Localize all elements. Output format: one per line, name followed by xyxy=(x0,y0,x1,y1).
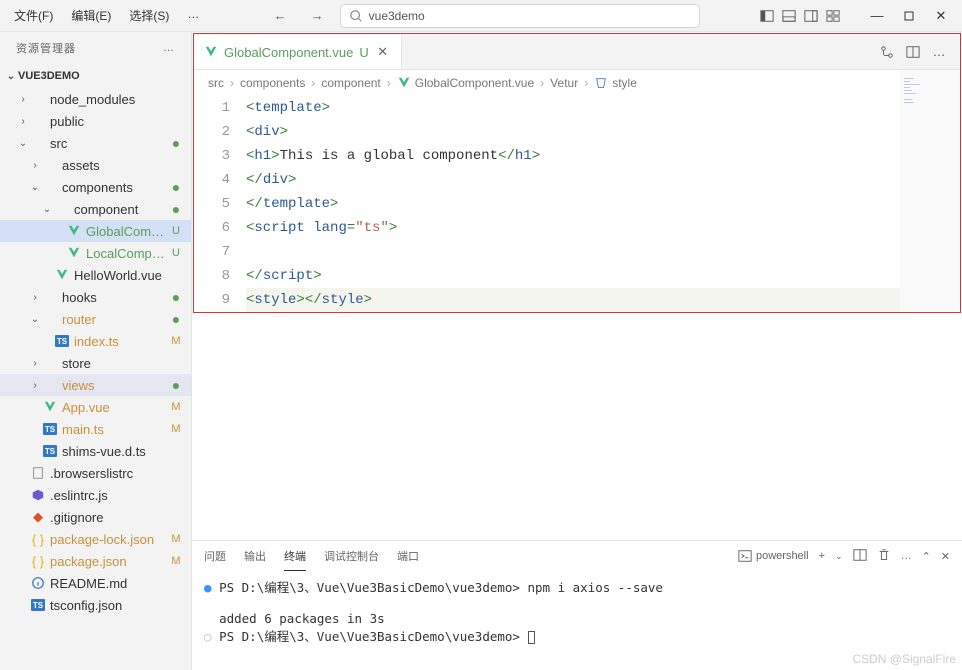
code-lines[interactable]: <template> <div> <h1>This is a global co… xyxy=(246,96,900,312)
tree-item[interactable]: App.vueM xyxy=(0,396,191,418)
tree-item[interactable]: TSshims-vue.d.ts xyxy=(0,440,191,462)
tree-item[interactable]: ›views● xyxy=(0,374,191,396)
terminal[interactable]: ● PS D:\编程\3、Vue\Vue3BasicDemo\vue3demo>… xyxy=(192,571,962,670)
command-center[interactable]: vue3demo xyxy=(340,4,700,28)
code-editor[interactable]: 123456789 <template> <div> <h1>This is a… xyxy=(194,96,900,312)
more-actions-icon[interactable]: … xyxy=(930,43,948,61)
tree-item[interactable]: TStsconfig.json xyxy=(0,594,191,616)
gutter: 123456789 xyxy=(194,96,246,312)
compare-changes-icon[interactable] xyxy=(878,43,896,61)
panel-tab-terminal[interactable]: 终端 xyxy=(284,542,306,571)
breadcrumb[interactable]: src› components› component› GlobalCompon… xyxy=(194,70,900,96)
menu-file[interactable]: 文件(F) xyxy=(6,3,61,28)
vue-icon xyxy=(397,76,411,90)
close-panel-icon[interactable]: ✕ xyxy=(941,550,950,563)
tree-item[interactable]: README.md xyxy=(0,572,191,594)
project-name: VUE3DEMO xyxy=(18,70,80,82)
menu-bar: 文件(F) 编辑(E) 选择(S) … xyxy=(6,3,207,28)
window-maximize[interactable] xyxy=(894,4,924,28)
panel-tab-ports[interactable]: 端口 xyxy=(397,542,419,570)
terminal-cursor xyxy=(528,631,535,644)
tree-item[interactable]: ◆.gitignore xyxy=(0,506,191,528)
tree-item[interactable]: ›public xyxy=(0,110,191,132)
nav-back-icon[interactable]: ← xyxy=(266,6,295,25)
file-tree: ›node_modules›public⌄src●›assets⌄compone… xyxy=(0,88,191,670)
breadcrumb-item[interactable]: component xyxy=(321,76,380,90)
layout-customize-icon[interactable] xyxy=(824,7,842,25)
breadcrumb-item[interactable]: components xyxy=(240,76,305,90)
command-center-text: vue3demo xyxy=(369,9,425,23)
nav-forward-icon[interactable]: → xyxy=(303,6,332,25)
tree-item[interactable]: { }package.jsonM xyxy=(0,550,191,572)
breadcrumb-item[interactable]: Vetur xyxy=(550,76,578,90)
tree-item[interactable]: { }package-lock.jsonM xyxy=(0,528,191,550)
layout-primary-icon[interactable] xyxy=(758,7,776,25)
tree-item[interactable]: .eslintrc.js xyxy=(0,484,191,506)
tree-item[interactable]: HelloWorld.vue xyxy=(0,264,191,286)
panel-tab-problems[interactable]: 问题 xyxy=(204,542,226,570)
minimap[interactable]: ▬▬▬▬▬▬▬▬▬▬▬▬▬▬▬▬▬▬▬▬▬▬▬▬▬▬▬▬▬▬▬▬▬▬▬▬▬▬ xyxy=(900,70,960,312)
window-close[interactable]: ✕ xyxy=(926,4,956,28)
tab-bar: GlobalComponent.vue U ✕ … xyxy=(194,34,960,70)
maximize-panel-icon[interactable]: ⌃ xyxy=(922,550,931,563)
tree-item[interactable]: ›store xyxy=(0,352,191,374)
new-terminal-icon[interactable]: + xyxy=(819,550,825,562)
sidebar-title: 资源管理器 … xyxy=(0,32,191,64)
editor-tab[interactable]: GlobalComponent.vue U ✕ xyxy=(194,34,402,69)
tree-item[interactable]: ›node_modules xyxy=(0,88,191,110)
vue-icon xyxy=(204,45,218,59)
breadcrumb-item[interactable]: src xyxy=(208,76,224,90)
chevron-down-icon: ⌄ xyxy=(4,71,18,82)
panel-tab-output[interactable]: 输出 xyxy=(244,542,266,570)
terminal-selector[interactable]: powershell xyxy=(738,549,809,563)
panel: 问题 输出 终端 调试控制台 端口 powershell + ⌄ … ⌃ ✕ xyxy=(192,540,962,670)
layout-panel-icon[interactable] xyxy=(780,7,798,25)
sidebar: 资源管理器 … ⌄ VUE3DEMO ›node_modules›public⌄… xyxy=(0,32,192,670)
tree-item[interactable]: ⌄component● xyxy=(0,198,191,220)
panel-more-icon[interactable]: … xyxy=(901,550,912,562)
split-terminal-icon[interactable] xyxy=(853,548,867,565)
style-icon xyxy=(594,76,608,90)
tree-item[interactable]: GlobalComp...U xyxy=(0,220,191,242)
editor-area: GlobalComponent.vue U ✕ … src› component… xyxy=(192,32,962,670)
title-bar: 文件(F) 编辑(E) 选择(S) … ← → vue3demo — ✕ xyxy=(0,0,962,32)
panel-tab-debug[interactable]: 调试控制台 xyxy=(324,542,379,570)
sidebar-more-icon[interactable]: … xyxy=(163,42,175,54)
tab-git-status: U xyxy=(359,45,368,60)
kill-terminal-icon[interactable] xyxy=(877,548,891,565)
menu-select[interactable]: 选择(S) xyxy=(121,3,177,28)
tree-item[interactable]: TSmain.tsM xyxy=(0,418,191,440)
layout-secondary-icon[interactable] xyxy=(802,7,820,25)
tree-item[interactable]: .browserslistrc xyxy=(0,462,191,484)
split-editor-icon[interactable] xyxy=(904,43,922,61)
tree-item[interactable]: ⌄router● xyxy=(0,308,191,330)
tab-close-icon[interactable]: ✕ xyxy=(375,44,391,60)
tree-item[interactable]: ⌄components● xyxy=(0,176,191,198)
tree-item[interactable]: LocalCompo...U xyxy=(0,242,191,264)
breadcrumb-item[interactable]: style xyxy=(612,76,637,90)
project-header[interactable]: ⌄ VUE3DEMO xyxy=(0,64,191,88)
tree-item[interactable]: ⌄src● xyxy=(0,132,191,154)
panel-tabs: 问题 输出 终端 调试控制台 端口 powershell + ⌄ … ⌃ ✕ xyxy=(192,541,962,571)
terminal-dropdown-icon[interactable]: ⌄ xyxy=(835,551,843,562)
tab-filename: GlobalComponent.vue xyxy=(224,45,353,60)
window-minimize[interactable]: — xyxy=(862,4,892,28)
terminal-icon xyxy=(738,549,752,563)
watermark: CSDN @SignalFire xyxy=(852,652,956,666)
menu-more[interactable]: … xyxy=(179,3,207,28)
tree-item[interactable]: TSindex.tsM xyxy=(0,330,191,352)
tree-item[interactable]: ›hooks● xyxy=(0,286,191,308)
menu-edit[interactable]: 编辑(E) xyxy=(63,3,119,28)
tree-item[interactable]: ›assets xyxy=(0,154,191,176)
search-icon xyxy=(349,9,363,23)
breadcrumb-item[interactable]: GlobalComponent.vue xyxy=(415,76,534,90)
